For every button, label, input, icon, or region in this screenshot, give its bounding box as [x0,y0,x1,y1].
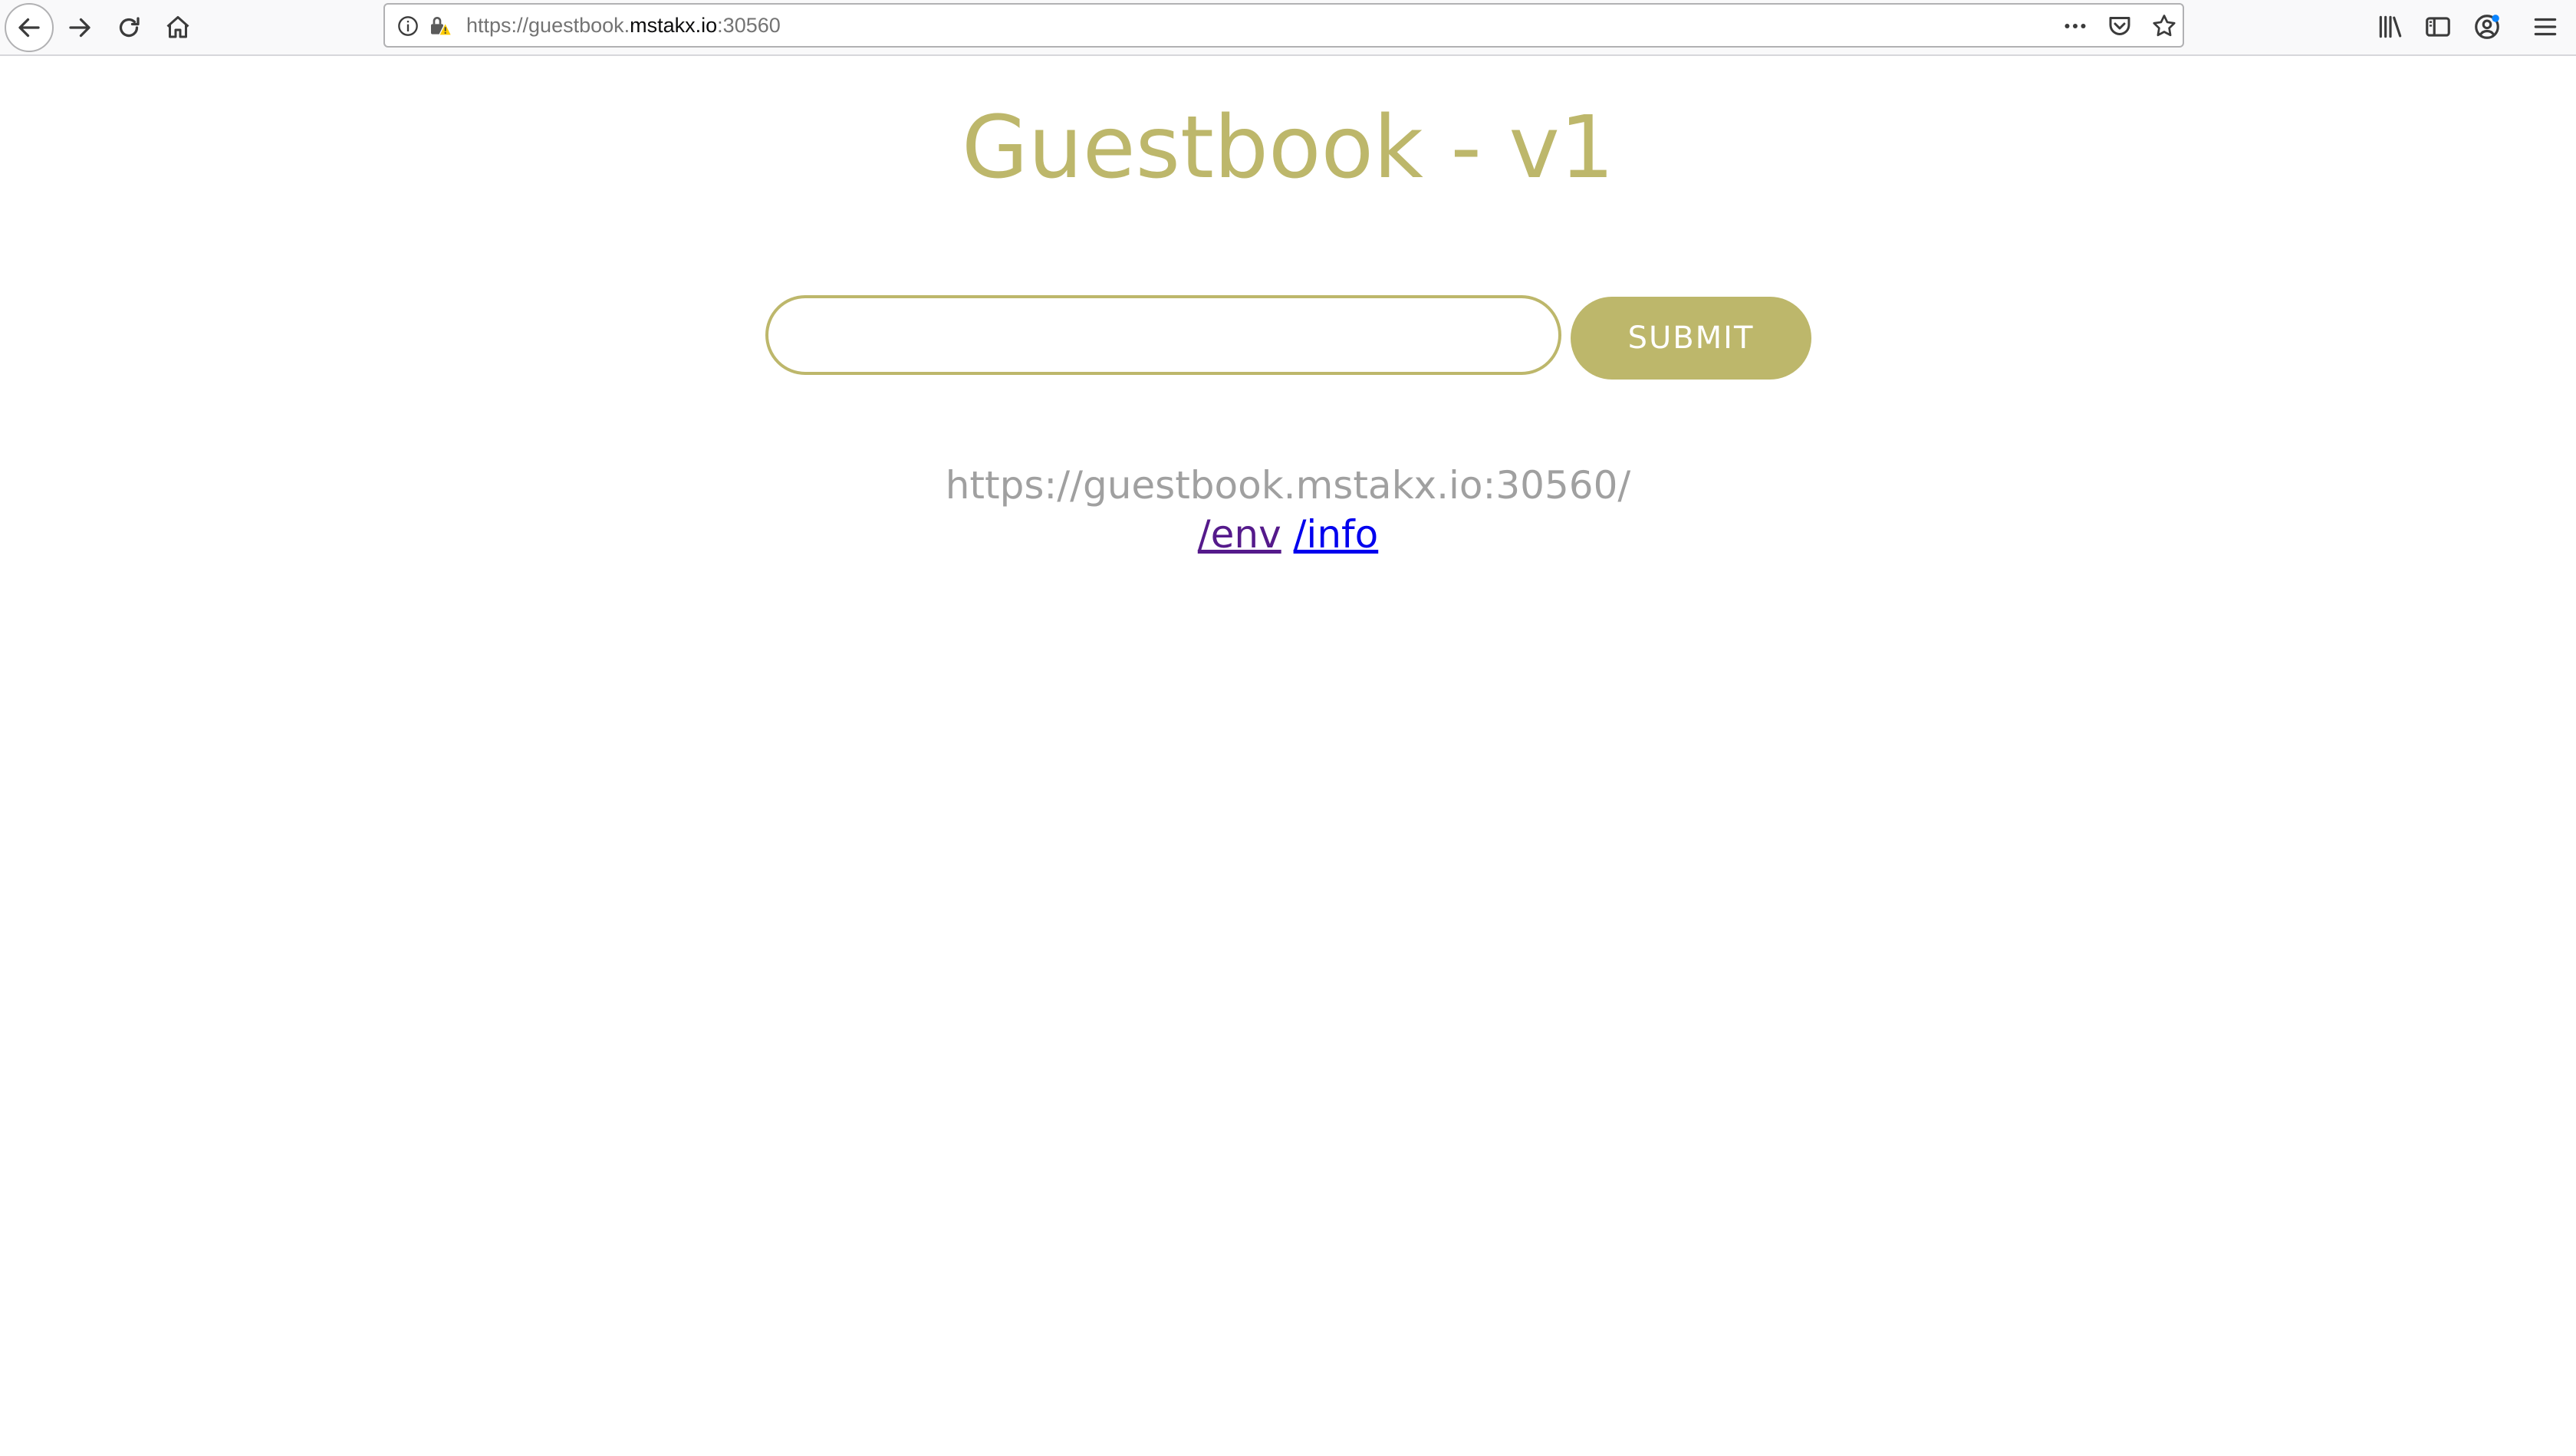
star-icon[interactable] [2150,12,2178,40]
url-text[interactable]: https://guestbook.mstakx.io:30560 [466,5,781,46]
library-icon[interactable] [2376,12,2405,41]
home-button[interactable] [153,3,202,52]
reload-icon [119,17,140,38]
page-title: Guestbook - v1 [961,98,1615,198]
address-bar[interactable]: https://guestbook.mstakx.io:30560 [383,3,2184,48]
hamburger-menu-icon[interactable] [2531,12,2560,41]
sidebar-icon[interactable] [2423,12,2453,41]
url-domain: mstakx.io [630,14,718,37]
pocket-icon[interactable] [2106,12,2134,40]
info-icon[interactable] [397,15,419,37]
guestbook-entry-input[interactable] [765,295,1561,375]
submit-button[interactable]: SUBMIT [1571,297,1811,380]
links-row: /env /info [0,510,2576,559]
url-suffix: :30560 [717,14,781,37]
back-button[interactable] [5,3,54,52]
env-link[interactable]: /env [1198,512,1281,557]
arrow-left-icon [18,18,40,38]
more-actions-icon[interactable] [2061,12,2089,40]
info-link[interactable]: /info [1294,512,1379,557]
host-address: https://guestbook.mstakx.io:30560/ [945,463,1631,508]
forward-button[interactable] [55,3,104,52]
home-icon [166,16,189,38]
arrow-right-icon [69,18,90,38]
reload-button[interactable] [104,3,153,52]
browser-toolbar: https://guestbook.mstakx.io:30560 [0,0,2576,56]
account-icon[interactable] [2472,12,2502,41]
insecure-lock-icon[interactable] [428,14,452,38]
page-content: Guestbook - v1 SUBMIT https://guestbook.… [0,56,2576,1456]
url-prefix: https://guestbook. [466,14,630,37]
